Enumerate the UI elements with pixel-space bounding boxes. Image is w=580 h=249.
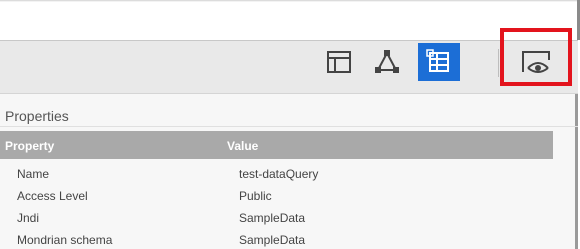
property-name: Name — [17, 167, 50, 181]
property-value: Public — [239, 189, 272, 203]
layout-view-button[interactable] — [318, 43, 360, 81]
properties-title: Properties — [5, 108, 69, 124]
structure-view-button[interactable] — [366, 43, 408, 81]
property-name: Jndi — [17, 211, 40, 225]
datasource-icon — [426, 49, 449, 72]
property-name: Access Level — [17, 189, 88, 203]
toolbar-separator — [498, 49, 499, 77]
value-column-header: Value — [227, 139, 259, 153]
schema-icon — [375, 50, 399, 73]
property-value: SampleData — [239, 233, 306, 247]
panel-right-edge — [575, 94, 578, 249]
title-divider — [0, 126, 578, 127]
property-name: Mondrian schema — [17, 233, 113, 247]
table-row[interactable]: Mondrian schema SampleData — [0, 229, 553, 249]
property-column-header: Property — [5, 139, 55, 153]
top-strip — [0, 0, 580, 40]
editor-toolbar — [0, 40, 578, 94]
top-shadow — [0, 0, 580, 2]
properties-table-header: Property Value — [0, 131, 553, 159]
property-value: SampleData — [239, 211, 306, 225]
table-row[interactable]: Name test-dataQuery — [0, 163, 553, 185]
property-value: test-dataQuery — [239, 167, 319, 181]
table-row[interactable]: Jndi SampleData — [0, 207, 553, 229]
layout-icon — [327, 51, 351, 73]
highlight-box — [500, 28, 572, 86]
table-row[interactable]: Access Level Public — [0, 185, 553, 207]
datasource-view-button[interactable] — [418, 43, 460, 81]
